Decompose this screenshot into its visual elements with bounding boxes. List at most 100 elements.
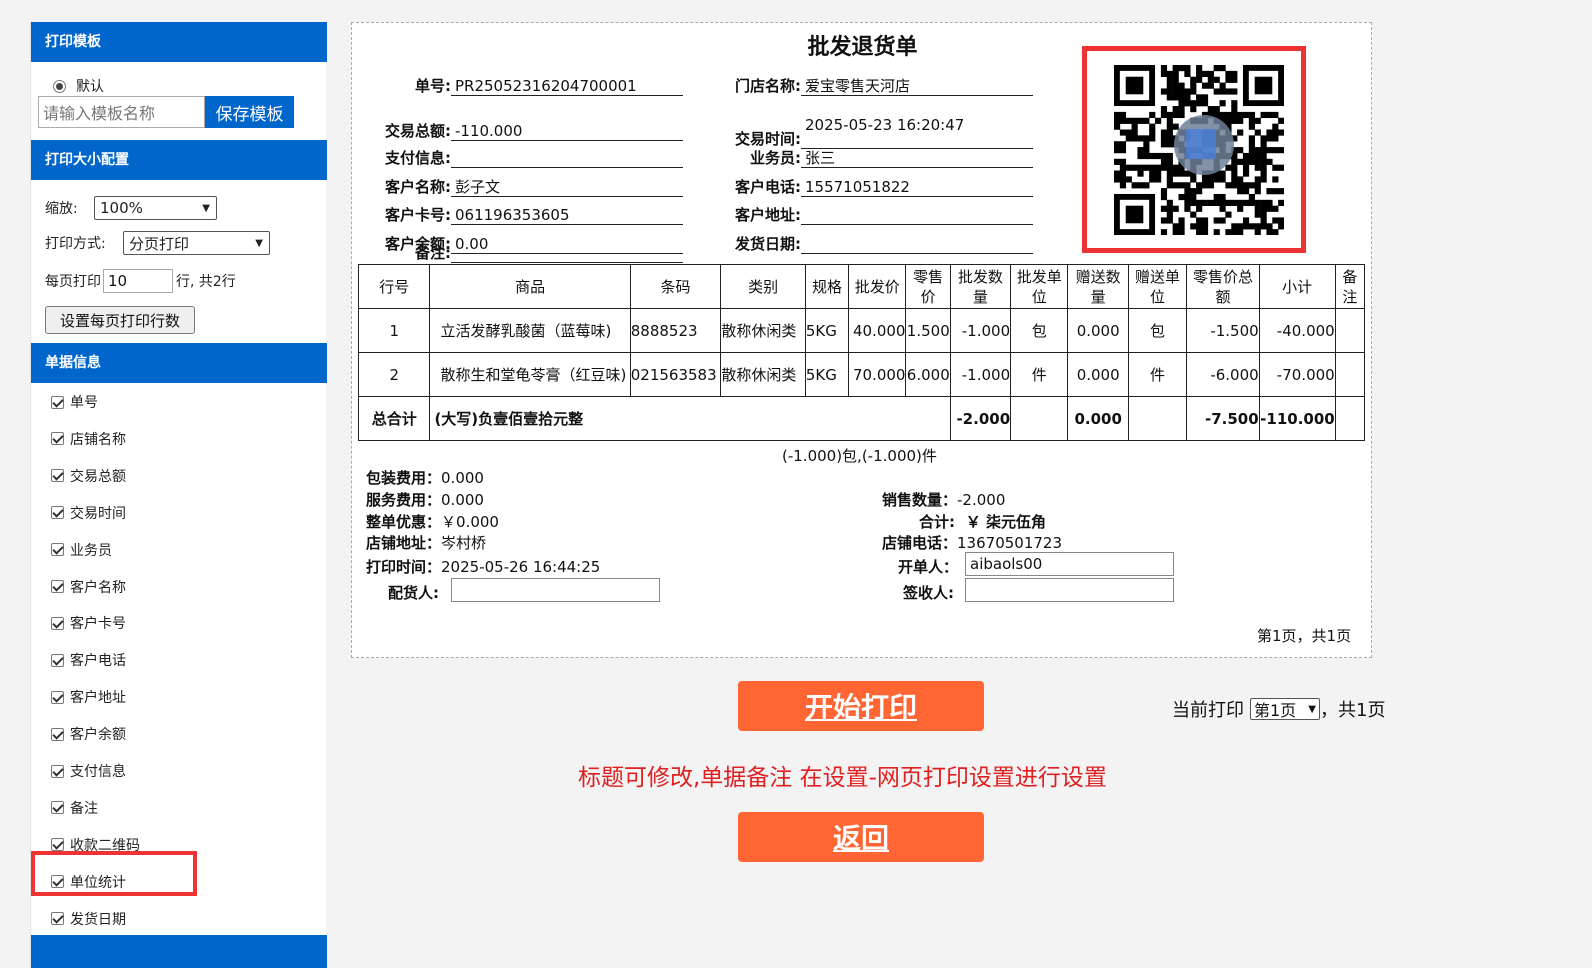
option-label: 备注 <box>70 800 98 817</box>
option-6[interactable]: 客户卡号 <box>51 613 126 633</box>
template-name-input[interactable]: 请输入模板名称 <box>38 96 205 128</box>
page-info: 第1页，共1页 <box>1257 627 1352 645</box>
field-value: 061196353605 <box>451 205 683 225</box>
sidebar: 打印模板 默认 请输入模板名称 保存模板 打印大小配置 缩放: 100% ▼ 打印… <box>30 22 327 968</box>
sales-qty-label: 销售数量： <box>882 491 958 509</box>
shop-address: 店铺地址：岑村桥 <box>366 532 486 553</box>
checkbox-checked-icon[interactable] <box>51 616 64 630</box>
option-9[interactable]: 客户余额 <box>51 724 126 744</box>
field-label: 支付信息: <box>385 149 451 167</box>
qr-code-box <box>1082 46 1306 253</box>
field-right-3: 客户电话: 15571051822 <box>730 176 1033 197</box>
checkbox-checked-icon[interactable] <box>51 653 64 667</box>
highlight-box <box>31 851 197 896</box>
table-cell <box>1334 396 1366 441</box>
service-fee: 服务费用：0.000 <box>366 489 484 510</box>
discount-label: 整单优惠： <box>366 513 442 531</box>
option-0[interactable]: 单号 <box>51 392 98 412</box>
checkbox-checked-icon[interactable] <box>51 912 64 926</box>
field-left-2: 支付信息: <box>380 147 683 168</box>
option-7[interactable]: 客户电话 <box>51 650 126 670</box>
zoom-select[interactable]: 100% ▼ <box>94 196 217 220</box>
total-row: 总合计 (大写)负壹佰壹拾元整 -2.000 0.000 -7.500 -110.000 <box>357 396 1366 441</box>
service-fee-label: 服务费用： <box>366 491 442 509</box>
picker-input[interactable] <box>451 578 660 602</box>
table-cell: -70.000 <box>1258 352 1336 397</box>
pack-fee-value: 0.000 <box>441 469 484 487</box>
checkbox-checked-icon[interactable] <box>51 838 64 852</box>
option-3[interactable]: 交易时间 <box>51 503 126 523</box>
sum-label: 合计: <box>919 513 955 531</box>
column-header: 行号 <box>357 264 431 309</box>
section-document-info: 单据信息 <box>31 343 327 383</box>
issuer-input[interactable]: aibaols00 <box>965 552 1174 576</box>
field-label: 备注: <box>415 244 451 262</box>
option-1[interactable]: 店铺名称 <box>51 429 126 449</box>
column-header: 备注 <box>1334 264 1366 309</box>
field-label: 发货日期: <box>735 235 801 253</box>
payment-qr-code-icon <box>1114 65 1284 235</box>
issuer-label-text: 开单人： <box>898 558 959 576</box>
receiver-label: 签收人: <box>903 582 954 603</box>
checkbox-checked-icon[interactable] <box>51 469 64 483</box>
option-10[interactable]: 支付信息 <box>51 761 126 781</box>
start-print-button[interactable]: 开始打印 <box>738 681 984 731</box>
field-right-1: 交易时间: 2025-05-23 16:20:47 <box>730 115 1033 149</box>
table-cell: 5KG <box>804 352 850 397</box>
field-left-0: 单号: PR25052316204700001 <box>380 75 683 96</box>
checkbox-checked-icon[interactable] <box>51 727 64 741</box>
option-label: 发货日期 <box>70 911 126 928</box>
items-table: 行号 商品 条码 类别 规格 批发价 零售价 批发数量 批发单位 赠送数量 赠送单位 零售价总额 小计备… <box>357 264 1366 441</box>
field-value: -110.000 <box>451 121 683 141</box>
mode-select[interactable]: 分页打印 ▼ <box>123 231 270 255</box>
option-14[interactable]: 发货日期 <box>51 909 126 929</box>
section-footer <box>31 935 327 968</box>
table-cell: 021563583 <box>629 352 722 397</box>
print-time-label: 打印时间： <box>366 558 442 576</box>
option-11[interactable]: 备注 <box>51 798 98 818</box>
option-5[interactable]: 客户名称 <box>51 577 126 597</box>
checkbox-checked-icon[interactable] <box>51 764 64 778</box>
column-header: 赠送单位 <box>1127 264 1188 309</box>
field-right-0: 门店名称: 爱宝零售天河店 <box>730 75 1033 96</box>
field-value: 15571051822 <box>801 177 1033 197</box>
set-rows-button[interactable]: 设置每页打印行数 <box>45 306 195 334</box>
unit-summary: (-1.000)包,(-1.000)件 <box>782 447 937 465</box>
field-value <box>801 234 1033 254</box>
checkbox-checked-icon[interactable] <box>51 580 64 593</box>
option-label: 客户地址 <box>70 690 126 707</box>
chevron-down-icon: ▼ <box>255 237 263 249</box>
discount: 整单优惠：￥0.000 <box>366 511 499 532</box>
column-header: 赠送数量 <box>1067 264 1129 309</box>
per-page-input[interactable]: 10 <box>103 269 173 293</box>
radio-icon[interactable] <box>53 79 66 93</box>
print-time: 打印时间：2025-05-26 16:44:25 <box>366 556 600 577</box>
zoom-value: 100% <box>100 199 143 217</box>
save-template-button[interactable]: 保存模板 <box>205 96 294 128</box>
checkbox-checked-icon[interactable] <box>51 432 64 446</box>
table-cell: -6.000 <box>1186 352 1260 397</box>
table-cell: 2 <box>357 352 431 397</box>
checkbox-checked-icon[interactable] <box>51 543 64 557</box>
receiver-input[interactable] <box>965 578 1174 602</box>
pack-fee-label: 包装费用： <box>366 469 442 487</box>
option-4[interactable]: 业务员 <box>51 540 112 560</box>
checkbox-checked-icon[interactable] <box>51 395 64 409</box>
radio-default[interactable]: 默认 <box>53 76 104 96</box>
option-8[interactable]: 客户地址 <box>51 687 126 707</box>
checkbox-checked-icon[interactable] <box>51 801 64 815</box>
zoom-label: 缩放: <box>45 201 78 217</box>
table-cell: 40.000 <box>848 308 907 353</box>
field-label: 门店名称: <box>735 77 801 95</box>
checkbox-checked-icon[interactable] <box>51 690 64 704</box>
shop-address-value: 岑村桥 <box>441 534 487 552</box>
field-right-5: 发货日期: <box>730 233 1033 254</box>
field-value <box>451 243 683 263</box>
back-button[interactable]: 返回 <box>738 812 984 862</box>
page-select[interactable]: 第1页 ▼ <box>1250 698 1320 720</box>
option-label: 交易总额 <box>70 468 126 485</box>
option-2[interactable]: 交易总额 <box>51 466 126 486</box>
total-in-words: (大写)负壹佰壹拾元整 <box>429 396 951 441</box>
checkbox-checked-icon[interactable] <box>51 506 64 520</box>
sales-qty: 销售数量：-2.000 <box>882 489 1005 510</box>
